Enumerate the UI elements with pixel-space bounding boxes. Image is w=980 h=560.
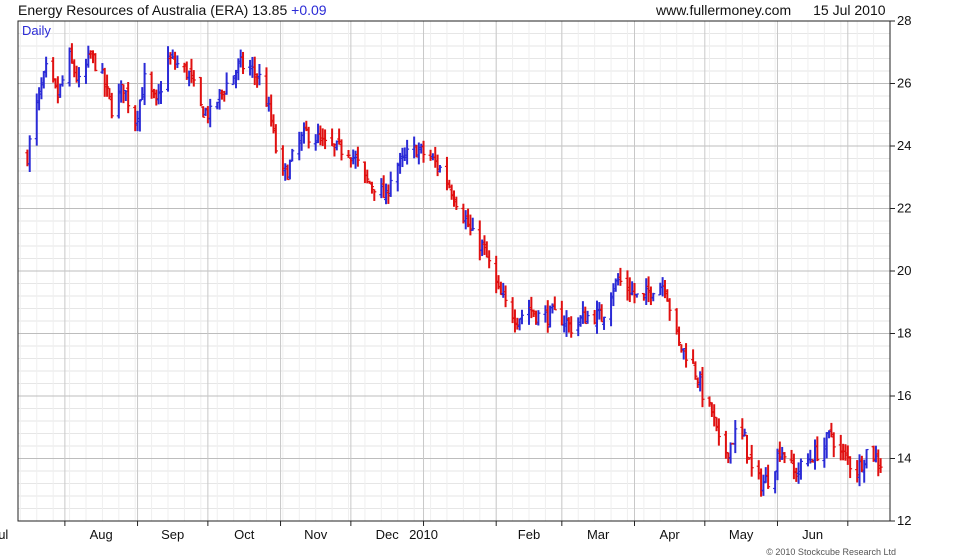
y-tick-label: 16	[897, 388, 911, 403]
y-tick-label: 14	[897, 451, 911, 466]
y-tick-label: 26	[897, 76, 911, 91]
x-tick-label: Aug	[90, 527, 113, 542]
period-label: Daily	[22, 23, 51, 38]
x-tick-label: Jun	[802, 527, 823, 542]
x-axis: Aug Sep Oct Nov Dec 2010 Feb Mar Apr May Jun Jul	[0, 521, 849, 542]
x-tick-label: Sep	[161, 527, 184, 542]
y-axis: 12 14 16 18 20 22 24 26 28	[890, 13, 911, 528]
x-tick-label: Oct	[234, 527, 255, 542]
x-tick-label: Mar	[587, 527, 610, 542]
x-tick-label: Nov	[304, 527, 328, 542]
x-tick-label: Dec	[376, 527, 400, 542]
price-bar	[346, 150, 351, 158]
y-tick-label: 18	[897, 326, 911, 341]
price-bars	[25, 43, 883, 497]
price-bar	[749, 444, 754, 477]
ohlc-chart: 12 14 16 18 20 22 24 26 28 Aug Sep Oct Nov Dec 2010 Fe…	[0, 13, 911, 557]
y-tick-label: 22	[897, 201, 911, 216]
x-tick-label: Apr	[660, 527, 681, 542]
x-tick-label: May	[729, 527, 754, 542]
y-tick-label: 12	[897, 513, 911, 528]
x-tick-label: 2010	[409, 527, 438, 542]
y-tick-label: 24	[897, 138, 911, 153]
price-bar	[733, 420, 738, 454]
y-tick-label: 20	[897, 263, 911, 278]
x-tick-label: Jul	[0, 527, 8, 542]
x-tick-label: Feb	[518, 527, 540, 542]
copyright-text: © 2010 Stockcube Research Ltd	[766, 547, 896, 557]
price-bar	[198, 76, 203, 107]
y-tick-label: 28	[897, 13, 911, 28]
price-bar	[60, 75, 65, 87]
price-bar	[388, 171, 393, 197]
